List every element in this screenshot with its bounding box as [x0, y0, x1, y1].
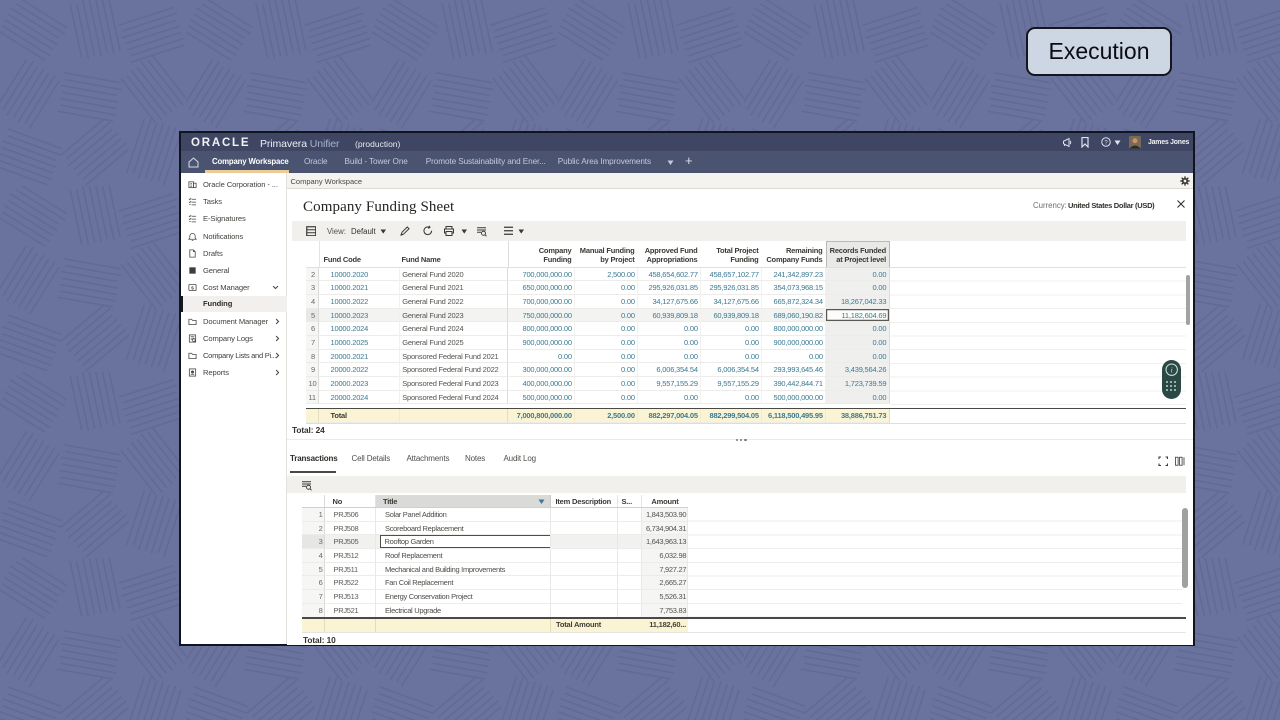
svg-text:i: i [1170, 365, 1172, 374]
svg-text:$: $ [191, 285, 194, 291]
